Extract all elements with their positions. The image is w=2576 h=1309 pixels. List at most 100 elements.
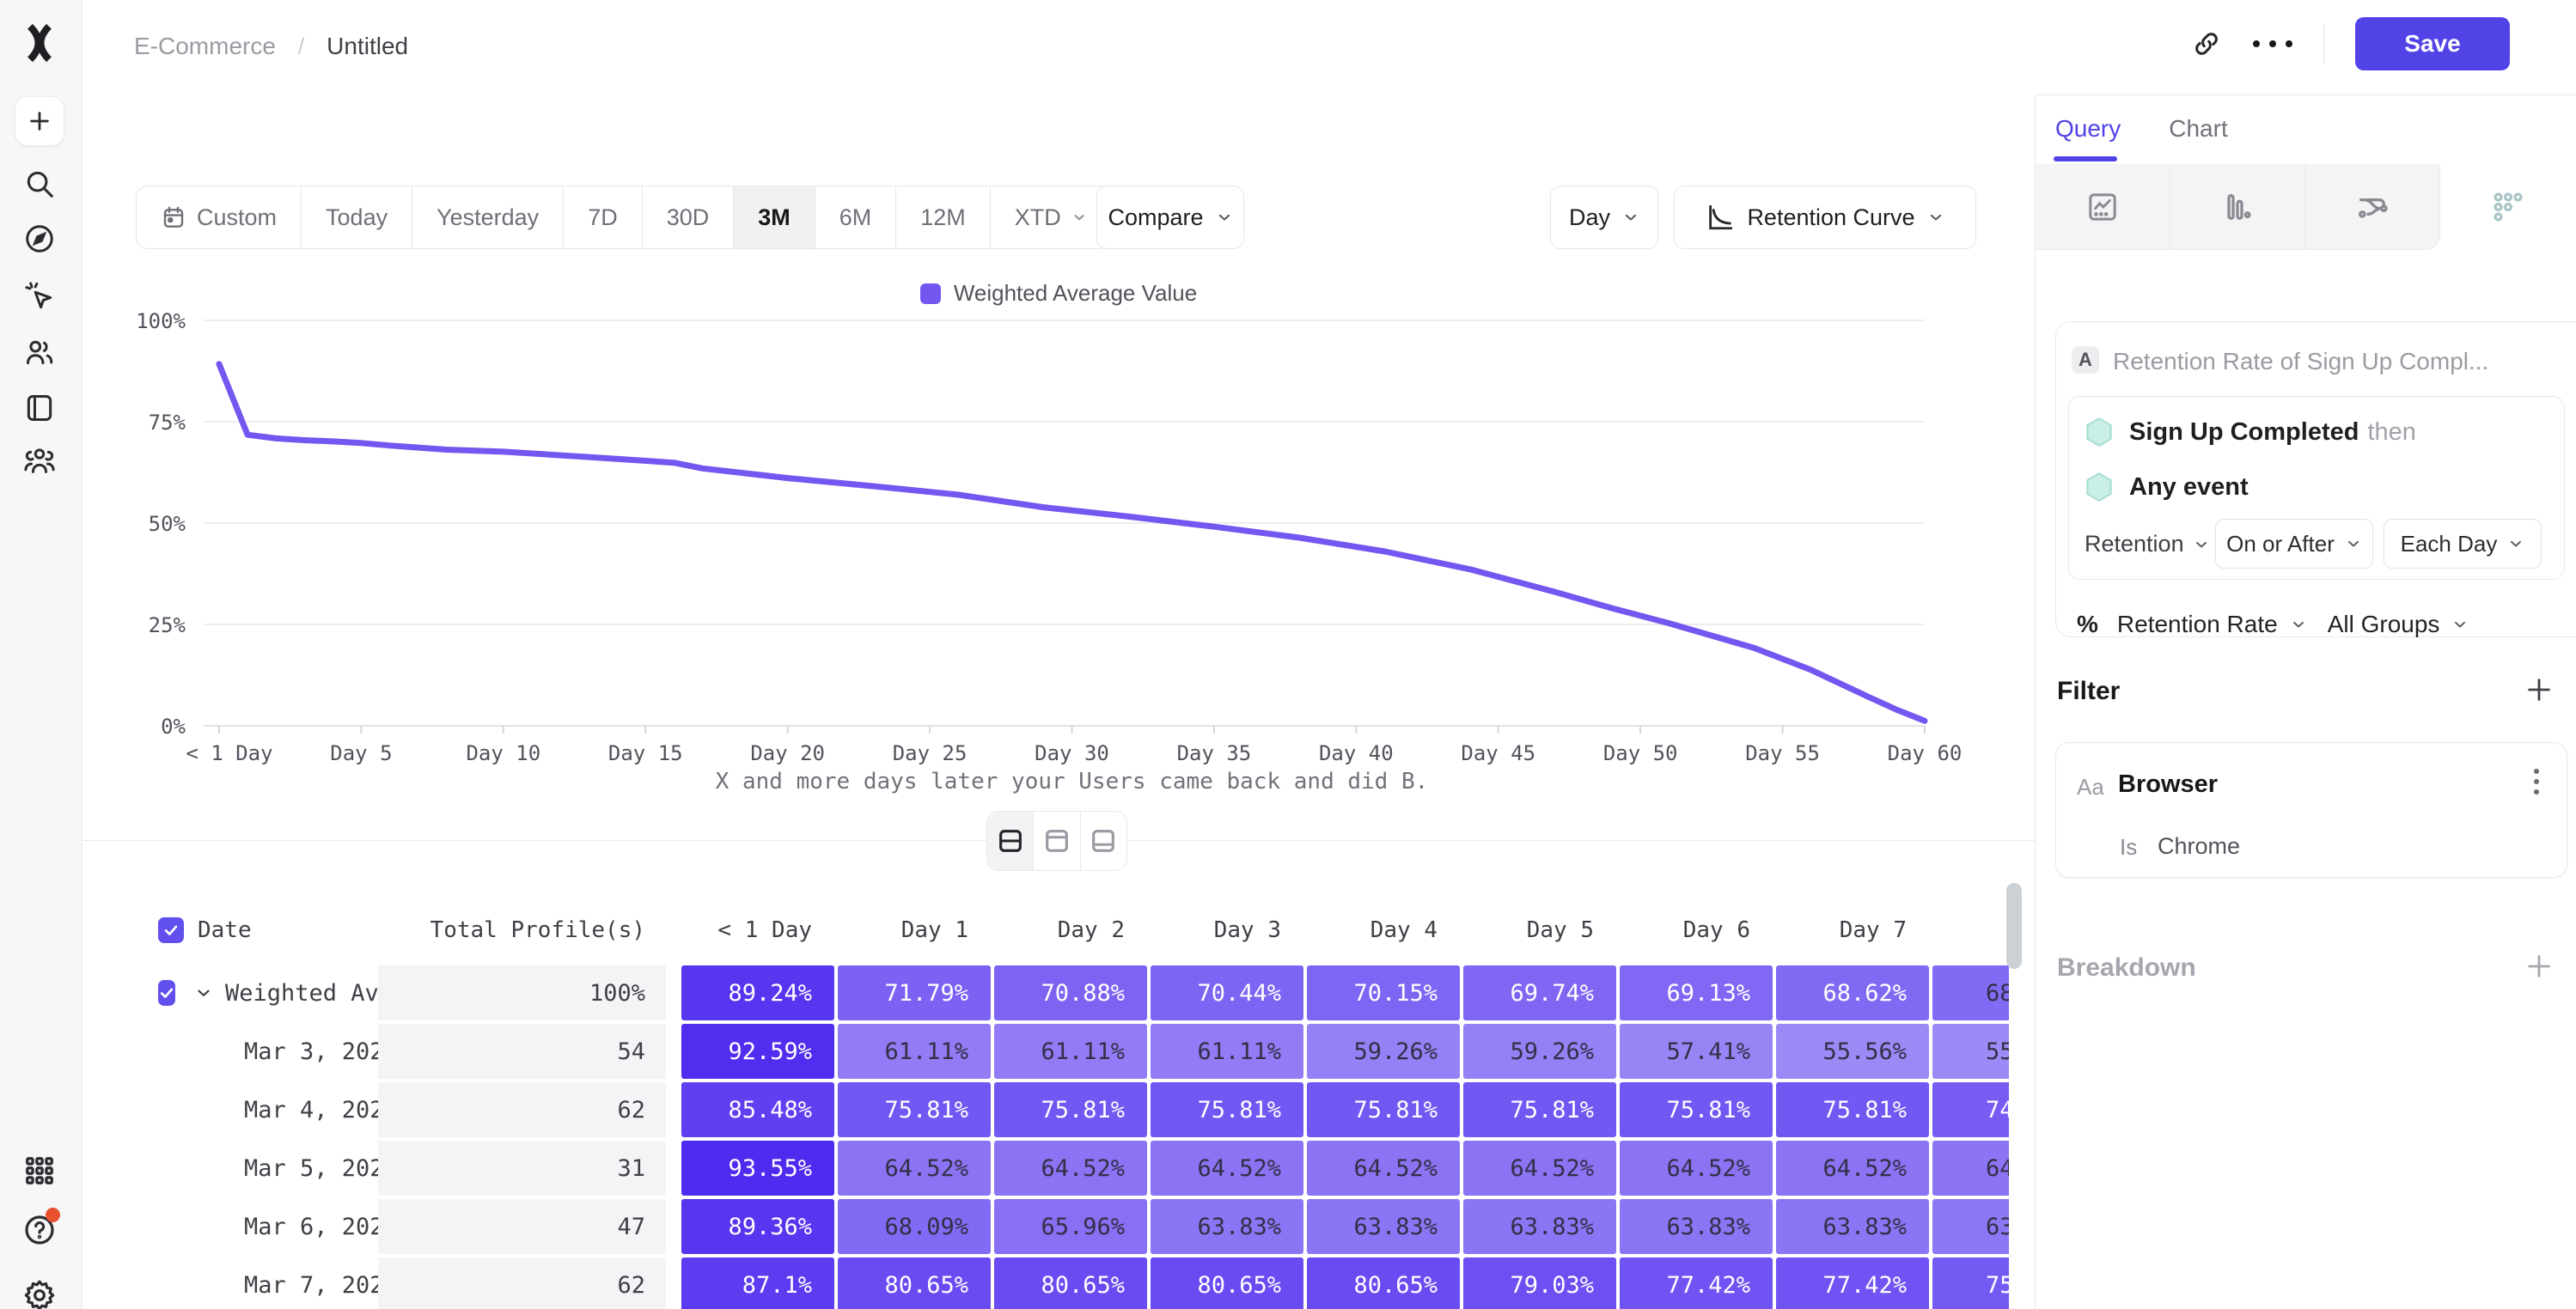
groups-dropdown[interactable]: All Groups xyxy=(2328,611,2440,638)
layout-table-only-icon[interactable] xyxy=(1081,812,1126,870)
table-cell-total[interactable]: 62 xyxy=(378,1082,666,1137)
range-30d[interactable]: 30D xyxy=(643,186,735,248)
tab-chart[interactable]: Chart xyxy=(2169,115,2227,161)
table-cell-value[interactable]: 80.65% xyxy=(994,1257,1147,1309)
table-row-label[interactable]: Mar 7, 2023 xyxy=(129,1257,378,1309)
line-chart-view-icon[interactable] xyxy=(2036,164,2170,250)
users-icon[interactable] xyxy=(21,333,58,371)
table-cell-value[interactable]: 61.11% xyxy=(1151,1024,1303,1079)
range-3m[interactable]: 3M xyxy=(734,186,815,248)
metric-dropdown[interactable]: Retention Rate xyxy=(2117,611,2278,638)
table-cell-value[interactable]: 59.26% xyxy=(1307,1024,1460,1079)
table-cell-value[interactable]: 63.83% xyxy=(1463,1199,1616,1254)
bucket-dropdown[interactable]: Each Day xyxy=(2384,519,2542,569)
table-cell-value-clipped[interactable]: 64 xyxy=(1932,1141,2009,1196)
table-cell-value[interactable]: 70.88% xyxy=(994,965,1147,1020)
window-dropdown[interactable]: On or After xyxy=(2215,519,2373,569)
breadcrumb-workspace[interactable]: E-Commerce xyxy=(134,33,276,60)
table-cell-total[interactable]: 100% xyxy=(378,965,666,1020)
table-cell-value[interactable]: 75.81% xyxy=(1776,1082,1929,1137)
breadcrumb-report-title[interactable]: Untitled xyxy=(327,33,408,60)
table-cell-value[interactable]: 75.81% xyxy=(838,1082,991,1137)
table-row-label[interactable]: Mar 5, 2023 xyxy=(129,1141,378,1196)
notebook-icon[interactable] xyxy=(21,389,58,427)
table-row-label[interactable]: Mar 4, 2023 xyxy=(129,1082,378,1137)
filter-value[interactable]: Chrome xyxy=(2158,833,2240,860)
filter-operator[interactable]: Is xyxy=(2120,834,2137,861)
retention-line-chart[interactable]: 0%25%50%75%100%< 1 DayDay 5Day 10Day 15D… xyxy=(82,273,2035,840)
new-report-button[interactable] xyxy=(15,96,64,146)
table-cell-value[interactable]: 75.81% xyxy=(1463,1082,1616,1137)
table-cell-value[interactable]: 75.81% xyxy=(1307,1082,1460,1137)
table-cell-value-clipped[interactable]: 68 xyxy=(1932,965,2009,1020)
table-cell-value[interactable]: 69.74% xyxy=(1463,965,1616,1020)
table-cell-value[interactable]: 69.13% xyxy=(1620,965,1773,1020)
table-cell-value[interactable]: 64.52% xyxy=(838,1141,991,1196)
settings-gear-icon[interactable] xyxy=(21,1276,58,1309)
table-cell-value-clipped[interactable]: 55 xyxy=(1932,1024,2009,1079)
table-cell-value[interactable]: 68.09% xyxy=(838,1199,991,1254)
range-yesterday[interactable]: Yesterday xyxy=(412,186,564,248)
range-6m[interactable]: 6M xyxy=(815,186,897,248)
table-cell-value[interactable]: 80.65% xyxy=(1151,1257,1303,1309)
table-cell-total[interactable]: 62 xyxy=(378,1257,666,1309)
table-cell-value[interactable]: 75.81% xyxy=(1151,1082,1303,1137)
table-row-label[interactable]: Weighted Average ... xyxy=(129,965,378,1020)
help-icon[interactable] xyxy=(21,1211,58,1249)
layout-split-view-icon[interactable] xyxy=(987,812,1034,870)
table-cell-value[interactable]: 64.52% xyxy=(1151,1141,1303,1196)
bar-chart-view-icon[interactable] xyxy=(2170,164,2305,250)
table-cell-value[interactable]: 64.52% xyxy=(1307,1141,1460,1196)
table-cell-value[interactable]: 71.79% xyxy=(838,965,991,1020)
share-link-icon[interactable] xyxy=(2191,28,2222,59)
table-cell-total[interactable]: 31 xyxy=(378,1141,666,1196)
event-row-1[interactable]: Sign Up Completedthen xyxy=(2083,416,2416,448)
table-row-label[interactable]: Mar 3, 2023 xyxy=(129,1024,378,1079)
range-today[interactable]: Today xyxy=(302,186,412,248)
table-cell-value[interactable]: 64.52% xyxy=(1620,1141,1773,1196)
table-cell-value[interactable]: 64.52% xyxy=(994,1141,1147,1196)
table-cell-value-clipped[interactable]: 74 xyxy=(1932,1082,2009,1137)
select-all-checkbox[interactable] xyxy=(158,917,184,943)
table-cell-value[interactable]: 93.55% xyxy=(681,1141,834,1196)
table-cell-value[interactable]: 64.52% xyxy=(1776,1141,1929,1196)
range-custom[interactable]: Custom xyxy=(137,186,302,248)
range-7d[interactable]: 7D xyxy=(564,186,643,248)
table-cell-value-clipped[interactable]: 75 xyxy=(1932,1257,2009,1309)
table-cell-value[interactable]: 63.83% xyxy=(1620,1199,1773,1254)
table-cell-value[interactable]: 68.62% xyxy=(1776,965,1929,1020)
query-title[interactable]: Retention Rate of Sign Up Compl... xyxy=(2113,348,2488,375)
table-cell-value[interactable]: 63.83% xyxy=(1151,1199,1303,1254)
filter-property[interactable]: Browser xyxy=(2118,770,2218,799)
chart-type-dropdown[interactable]: Retention Curve xyxy=(1674,186,1976,249)
table-cell-value[interactable]: 87.1% xyxy=(681,1257,834,1309)
table-cell-value[interactable]: 61.11% xyxy=(994,1024,1147,1079)
table-cell-value[interactable]: 80.65% xyxy=(1307,1257,1460,1309)
cohort-group-icon[interactable] xyxy=(21,441,58,479)
table-cell-value[interactable]: 89.24% xyxy=(681,965,834,1020)
granularity-dropdown[interactable]: Day xyxy=(1550,186,1658,249)
layout-chart-only-icon[interactable] xyxy=(1034,812,1080,870)
apps-grid-icon[interactable] xyxy=(21,1152,58,1190)
events-cursor-icon[interactable] xyxy=(21,277,58,315)
table-cell-total[interactable]: 47 xyxy=(378,1199,666,1254)
table-scrollbar-thumb[interactable] xyxy=(2006,883,2022,969)
compass-icon[interactable] xyxy=(21,220,58,258)
range-xtd[interactable]: XTD xyxy=(991,186,1111,248)
tab-query[interactable]: Query xyxy=(2055,115,2121,161)
table-cell-value[interactable]: 63.83% xyxy=(1776,1199,1929,1254)
table-cell-value[interactable]: 77.42% xyxy=(1620,1257,1773,1309)
retention-mode-dropdown[interactable]: Retention xyxy=(2085,531,2210,557)
range-12m[interactable]: 12M xyxy=(896,186,991,248)
table-cell-value[interactable]: 59.26% xyxy=(1463,1024,1616,1079)
table-cell-value[interactable]: 70.15% xyxy=(1307,965,1460,1020)
table-cell-value[interactable]: 65.96% xyxy=(994,1199,1147,1254)
table-cell-value[interactable]: 77.42% xyxy=(1776,1257,1929,1309)
table-cell-value[interactable]: 85.48% xyxy=(681,1082,834,1137)
compare-button[interactable]: Compare xyxy=(1096,186,1244,249)
event-row-2[interactable]: Any event xyxy=(2083,471,2249,503)
row-checkbox[interactable] xyxy=(158,980,175,1006)
table-cell-value[interactable]: 89.36% xyxy=(681,1199,834,1254)
row-expand-chevron-icon[interactable] xyxy=(194,983,213,1002)
table-cell-value[interactable]: 75.81% xyxy=(994,1082,1147,1137)
